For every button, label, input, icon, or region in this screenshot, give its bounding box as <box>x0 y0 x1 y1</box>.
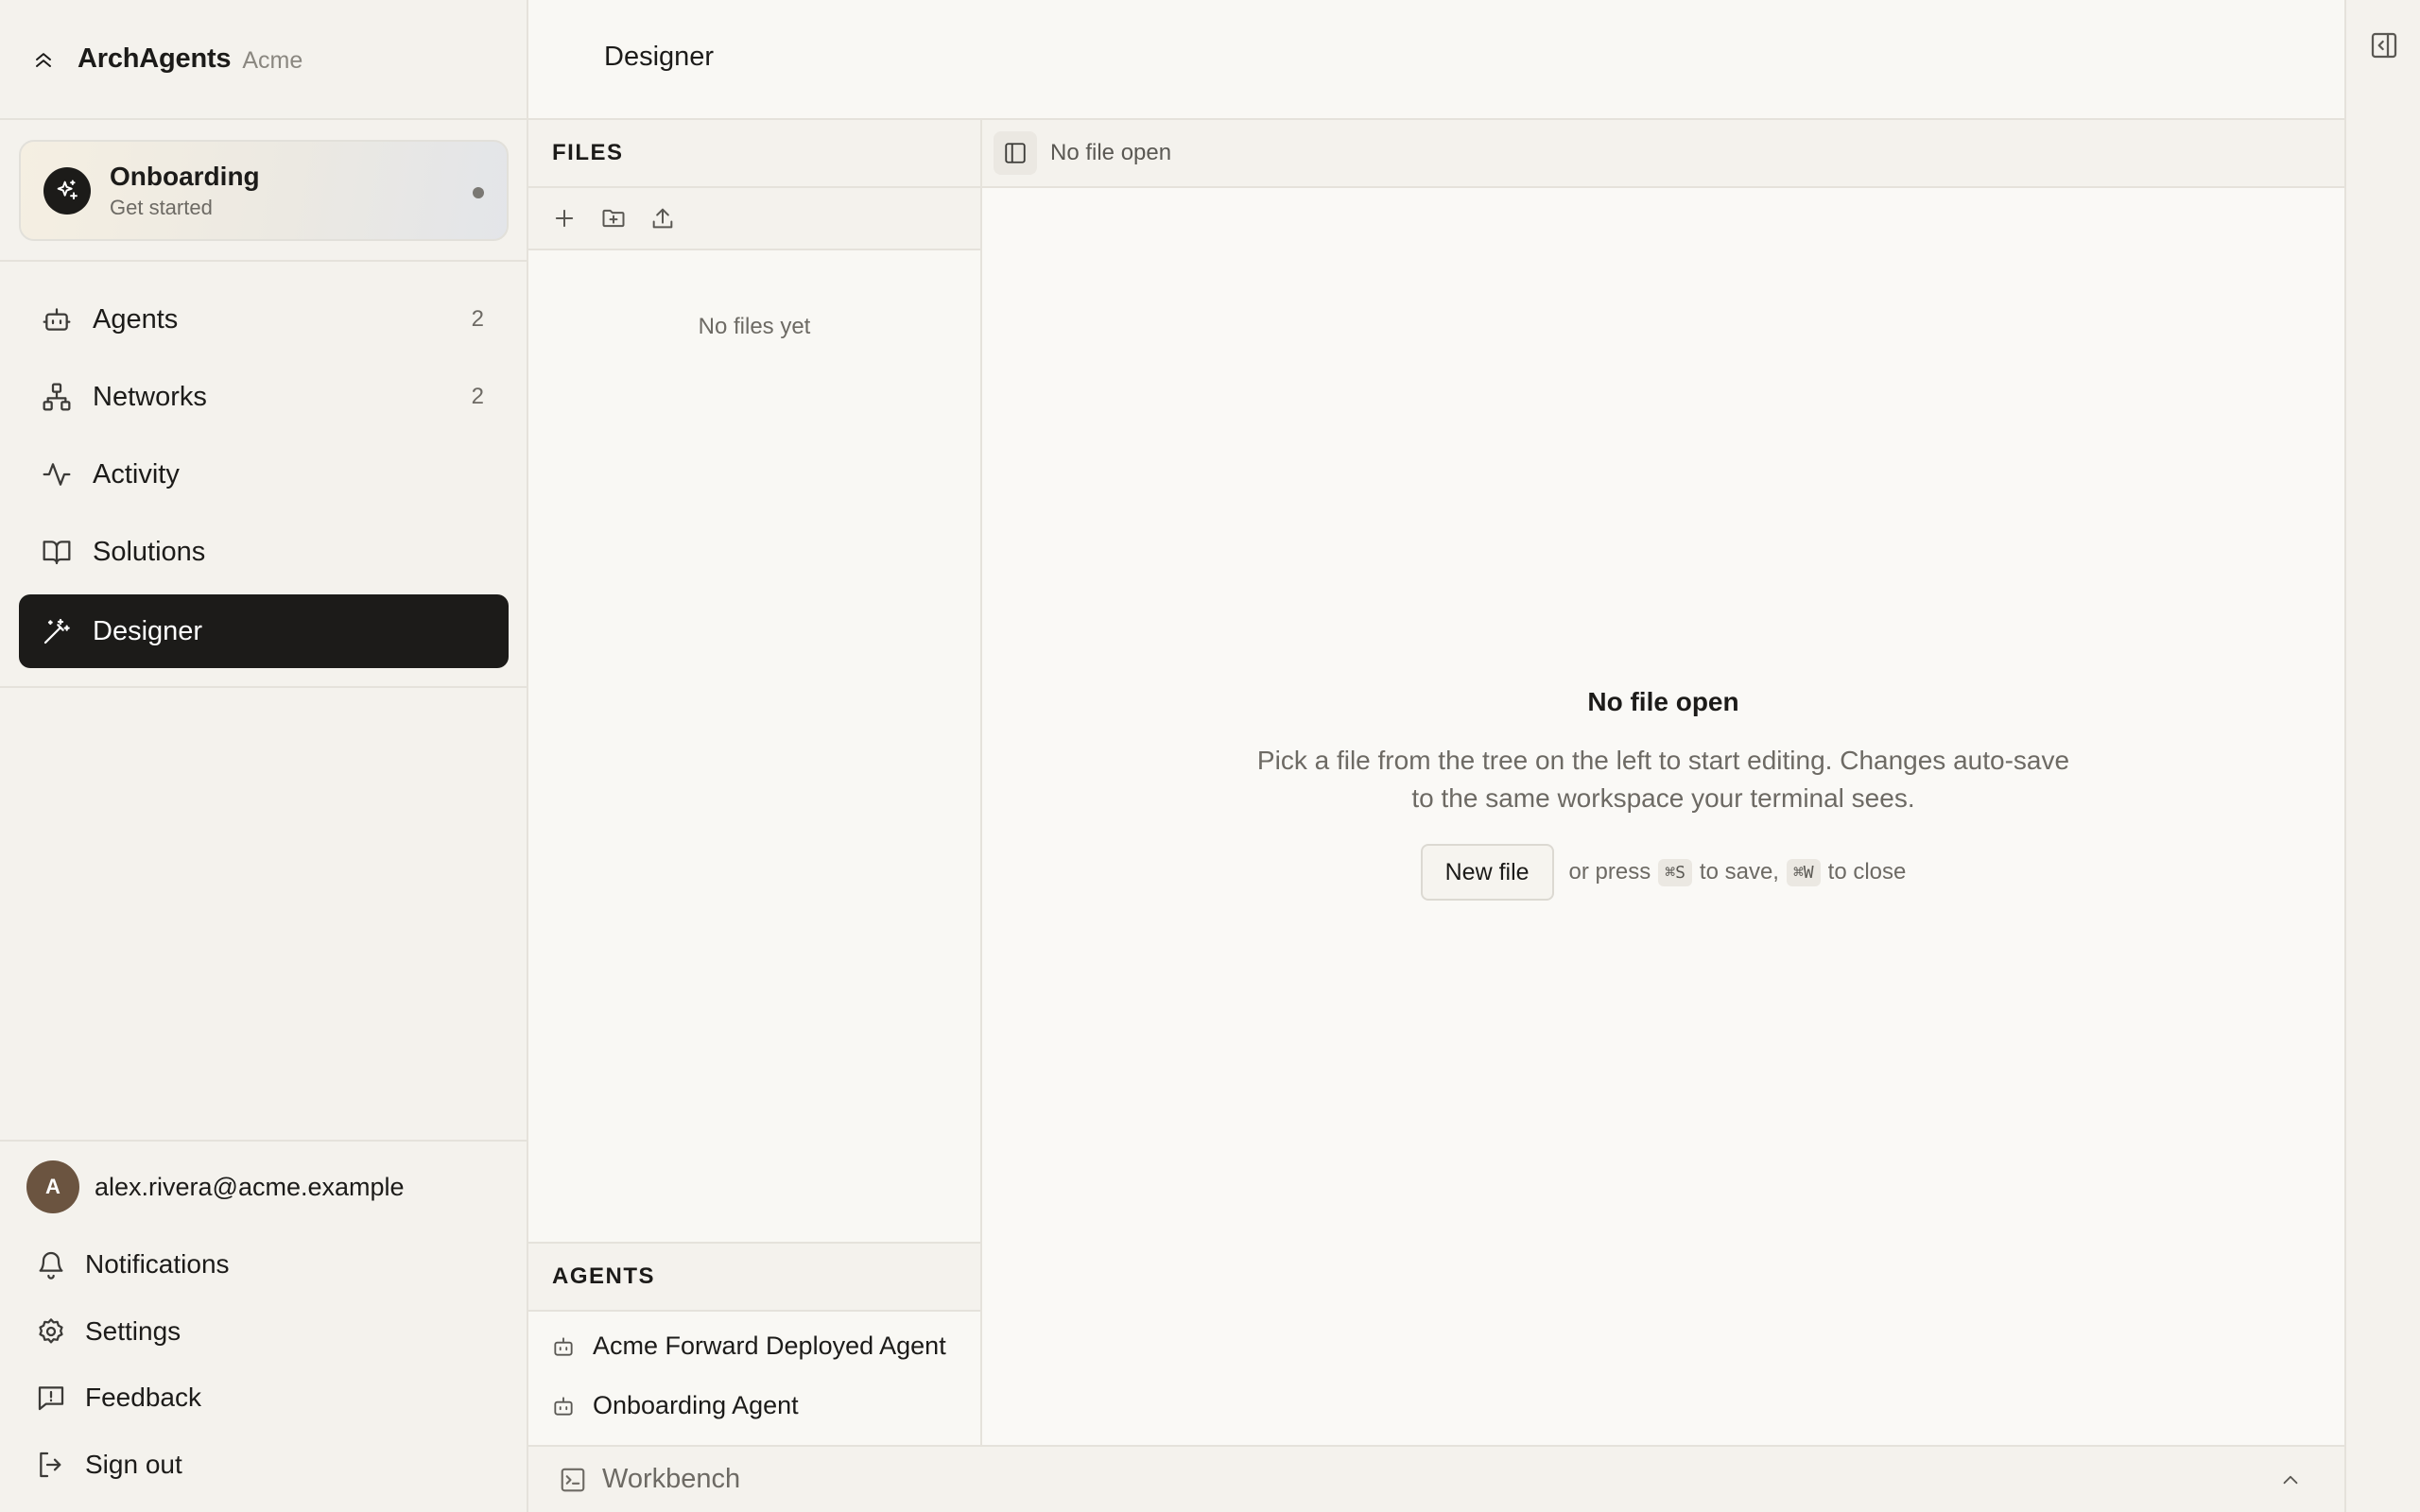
nav-count: 2 <box>471 306 484 332</box>
list-item[interactable]: Acme Forward Deployed Agent <box>551 1332 946 1361</box>
book-icon <box>42 537 72 567</box>
empty-state: No file open Pick a file from the tree o… <box>982 687 2344 901</box>
editor-pane: No file open No file open Pick a file fr… <box>982 120 2344 1445</box>
nav-label: Designer <box>93 615 203 646</box>
empty-state-line: to the same workspace your terminal sees… <box>1411 783 1915 813</box>
files-panel: FILES No files yet AGENTS Acme Forward D… <box>528 120 982 1445</box>
nav-item-designer[interactable]: Designer <box>19 594 509 668</box>
nav-label: Solutions <box>93 536 206 567</box>
brand-header: ArchAgents Acme <box>0 0 527 120</box>
org-name: Acme <box>242 46 303 74</box>
bot-icon <box>551 1334 576 1359</box>
new-file-button[interactable]: New file <box>1420 844 1554 901</box>
wand-icon <box>42 616 72 646</box>
onboarding-section: Onboarding Get started <box>0 120 527 262</box>
nav-label: Activity <box>93 458 180 490</box>
bot-icon <box>551 1394 576 1418</box>
files-toolbar <box>528 188 980 250</box>
onboarding-card[interactable]: Onboarding Get started <box>19 140 509 241</box>
user-menu[interactable]: A alex.rivera@acme.example <box>26 1160 405 1213</box>
nav-item-solutions[interactable]: Solutions <box>19 515 509 589</box>
terminal-icon <box>559 1466 587 1494</box>
shortcut-hint: or press ⌘S to save, ⌘W to close <box>1568 858 1907 886</box>
feedback-link[interactable]: Feedback <box>36 1383 201 1413</box>
plus-icon[interactable] <box>551 205 578 232</box>
notifications-label: Notifications <box>85 1249 230 1279</box>
empty-state-actions: New file or press ⌘S to save, ⌘W to clos… <box>982 844 2344 901</box>
app-name: ArchAgents <box>78 43 232 74</box>
onboarding-subtitle: Get started <box>110 195 213 219</box>
account-section: A alex.rivera@acme.example Notifications… <box>0 1140 527 1512</box>
empty-state-title: No file open <box>1587 687 1739 716</box>
network-icon <box>42 382 72 412</box>
log-out-icon <box>36 1450 66 1480</box>
sidebar-toggle-icon[interactable] <box>994 131 1037 175</box>
nav-label: Agents <box>93 303 179 335</box>
files-heading: FILES <box>528 120 980 188</box>
message-alert-icon <box>36 1383 66 1413</box>
nav-item-activity[interactable]: Activity <box>19 438 509 511</box>
panel-right-toggle-icon[interactable] <box>2369 30 2399 60</box>
agent-name: Acme Forward Deployed Agent <box>593 1332 946 1360</box>
sparkles-icon <box>43 166 91 215</box>
gear-icon <box>36 1316 66 1347</box>
folder-plus-icon[interactable] <box>600 205 627 232</box>
list-item[interactable]: Onboarding Agent <box>551 1391 799 1420</box>
close-shortcut: ⌘W <box>1786 858 1821 886</box>
bell-icon <box>36 1249 66 1280</box>
page-title: Designer <box>604 42 715 72</box>
files-empty-text: No files yet <box>698 314 811 339</box>
nav-item-agents[interactable]: Agents 2 <box>19 283 509 356</box>
onboarding-title: Onboarding <box>110 161 260 191</box>
agent-name: Onboarding Agent <box>593 1391 799 1419</box>
nav-label: Networks <box>93 381 207 412</box>
sign-out-label: Sign out <box>85 1450 182 1479</box>
right-rail <box>2344 0 2420 1512</box>
nav-divider <box>0 686 527 688</box>
page-header: Designer <box>528 0 2344 120</box>
avatar: A <box>26 1160 79 1213</box>
editor-tab-label: No file open <box>1050 140 1172 165</box>
editor-tab-bar: No file open <box>982 120 2344 188</box>
workbench-label: Workbench <box>602 1464 741 1494</box>
upload-icon[interactable] <box>649 205 676 232</box>
settings-label: Settings <box>85 1316 182 1346</box>
hint-text: to close <box>1827 859 1907 885</box>
hint-text: to save, <box>1699 859 1779 885</box>
empty-state-line: Pick a file from the tree on the left to… <box>1256 746 2070 775</box>
chevron-up-icon[interactable] <box>2278 1468 2303 1492</box>
settings-link[interactable]: Settings <box>36 1316 181 1347</box>
hint-text: or press <box>1568 859 1651 885</box>
activity-icon <box>42 459 72 490</box>
save-shortcut: ⌘S <box>1658 858 1692 886</box>
feedback-label: Feedback <box>85 1383 201 1412</box>
empty-state-description: Pick a file from the tree on the left to… <box>982 742 2344 817</box>
notifications-link[interactable]: Notifications <box>36 1249 230 1280</box>
bot-icon <box>42 304 72 335</box>
sign-out-link[interactable]: Sign out <box>36 1450 182 1480</box>
nav-item-networks[interactable]: Networks 2 <box>19 360 509 434</box>
workbench-bar[interactable]: Workbench <box>528 1445 2344 1512</box>
agents-heading: AGENTS <box>528 1242 980 1312</box>
user-email: alex.rivera@acme.example <box>95 1172 405 1201</box>
nav-count: 2 <box>471 384 484 409</box>
status-dot <box>473 187 484 198</box>
sidebar: ArchAgents Acme Onboarding Get started A… <box>0 0 528 1512</box>
chevrons-up-icon[interactable] <box>30 46 57 73</box>
